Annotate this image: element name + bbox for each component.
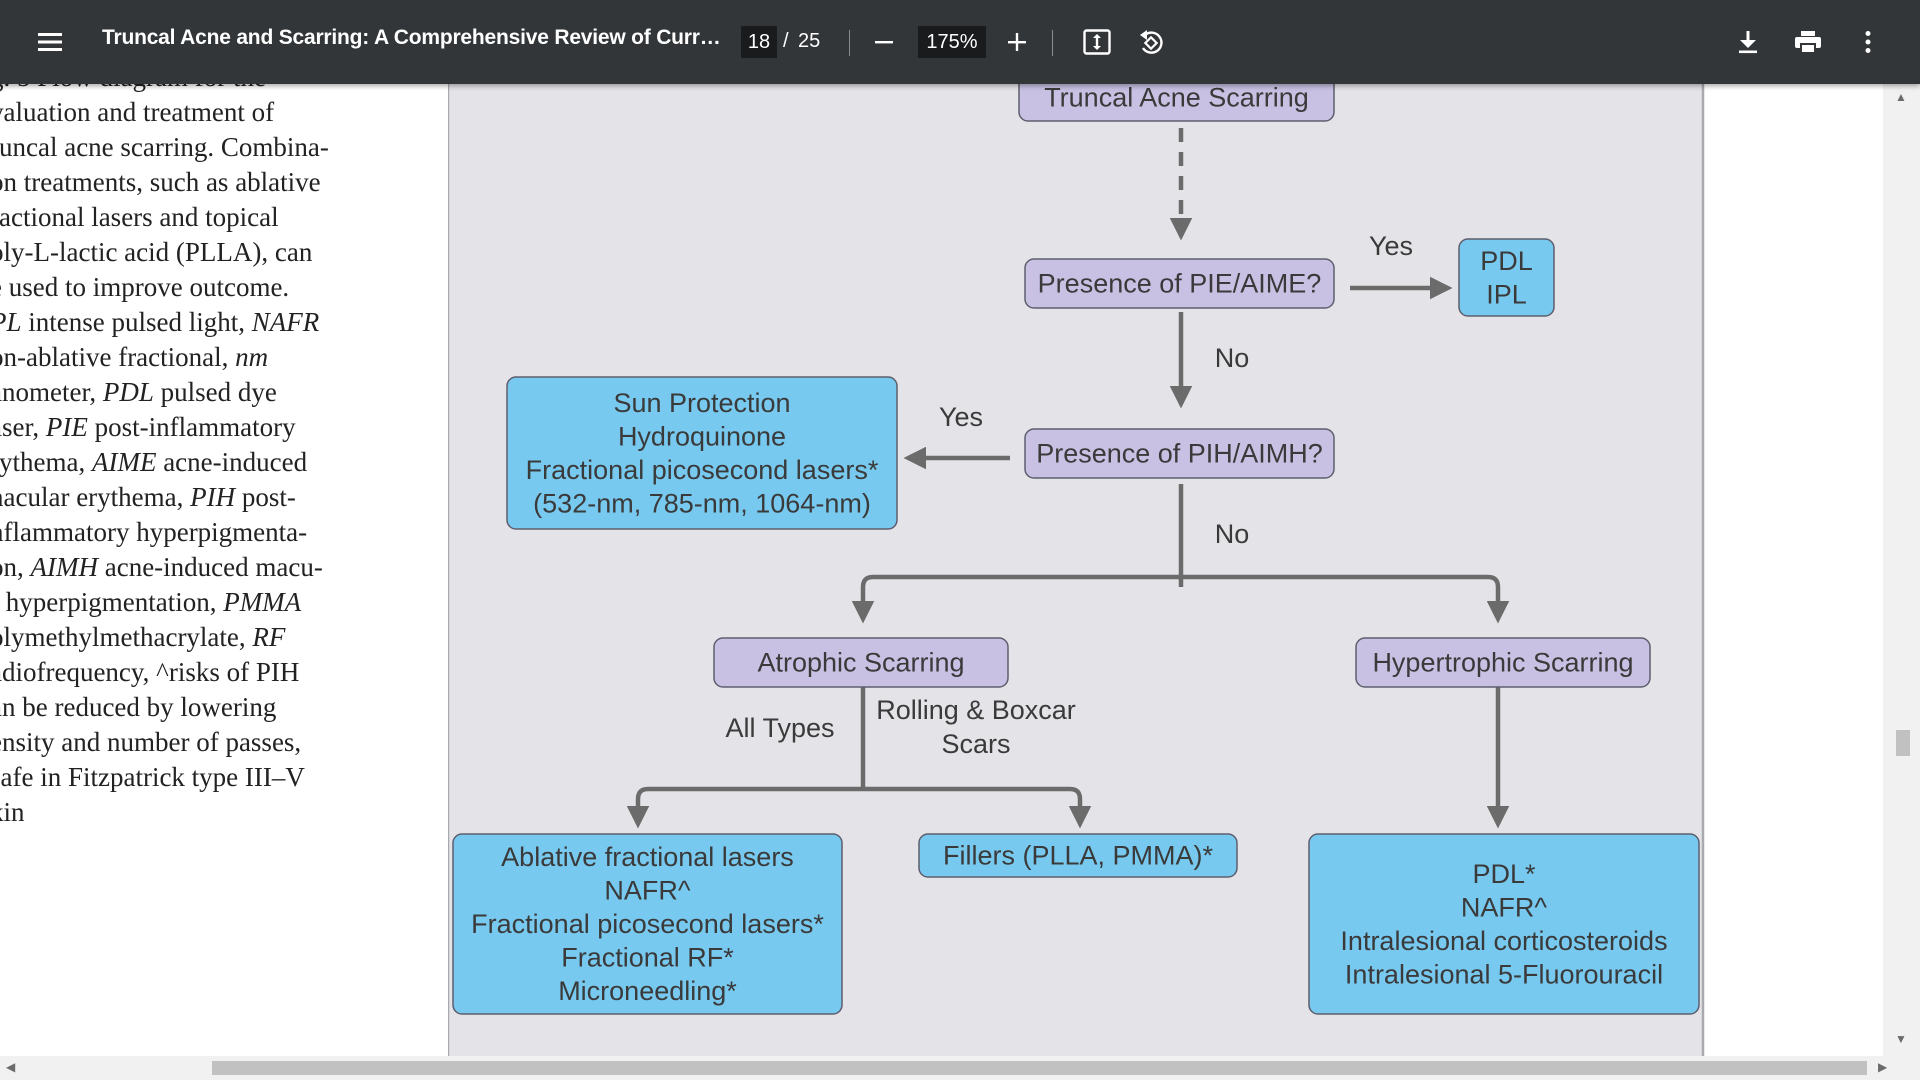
caption-line: on-ablative fractional, nm (0, 342, 269, 372)
scroll-down-icon[interactable]: ▼ (1895, 1032, 1907, 1046)
caption-line: an be reduced by lowering (0, 692, 277, 722)
node-truncal-acne-scarring-text: Truncal Acne Scarring (1044, 84, 1309, 113)
page-total: 25 (798, 30, 821, 52)
scroll-right-icon[interactable]: ▶ (1878, 1060, 1887, 1074)
node-pih-treatments-text: Hydroquinone (618, 421, 786, 451)
node-hypertrophic-treatments-text: Intralesional 5-Fluorouracil (1345, 959, 1663, 989)
caption-line: safe in Fitzpatrick type III–V (0, 762, 305, 792)
rotate-icon[interactable] (1131, 22, 1171, 62)
node-hypertrophic-treatments-text: Intralesional corticosteroids (1340, 926, 1667, 956)
node-pih-treatments-text: Sun Protection (613, 388, 790, 418)
edge-label-all-types: All Types (725, 713, 834, 743)
figure-caption: g. 5 Flow diagram for the valuation and t… (0, 84, 370, 830)
node-atrophic-all-types-treatments-text: Fractional RF* (561, 943, 734, 973)
edge-label-yes-pih: Yes (939, 402, 983, 432)
node-atrophic-scarring-text: Atrophic Scarring (757, 648, 964, 678)
caption-line: r hyperpigmentation, PMMA (0, 587, 302, 617)
caption-line: PL intense pulsed light, NAFR (0, 307, 320, 337)
fit-page-icon[interactable] (1077, 22, 1117, 62)
caption-line: on treatments, such as ablative (0, 167, 321, 197)
scroll-up-icon[interactable]: ▲ (1895, 90, 1907, 104)
node-atrophic-all-types-treatments-text: Ablative fractional lasers (501, 842, 794, 872)
more-icon[interactable] (1848, 22, 1888, 62)
node-hypertrophic-scarring-text: Hypertrophic Scarring (1372, 648, 1633, 678)
node-presence-pih-text: Presence of PIH/AIMH? (1036, 439, 1323, 469)
toolbar-divider (1052, 30, 1053, 56)
caption-line: nacular erythema, PIH post- (0, 482, 296, 512)
edge-label-rolling-boxcar: Scars (941, 729, 1010, 759)
caption-line: runcal acne scarring. Combina- (0, 132, 329, 162)
caption-line: ensity and number of passes, (0, 727, 302, 757)
caption-line: oly-L-lactic acid (PLLA), can (0, 237, 313, 267)
caption-line: valuation and treatment of (0, 97, 275, 127)
toolbar-divider (849, 30, 850, 56)
pdf-toolbar: Truncal Acne and Scarring: A Comprehensi… (0, 0, 1920, 84)
edge-label-no-pie: No (1215, 343, 1250, 373)
caption-line: aser, PIE post-inflammatory (0, 412, 296, 442)
edge-label-yes-pie: Yes (1369, 231, 1413, 261)
caption-line: rythema, AIME acne-induced (0, 447, 308, 477)
node-hypertrophic-treatments-text: PDL* (1472, 859, 1536, 889)
horizontal-scrollbar[interactable]: ◀ ▶ (0, 1056, 1920, 1080)
zoom-in-icon[interactable] (997, 22, 1037, 62)
caption-line: g. 5 Flow diagram for the (0, 84, 370, 95)
edge-label-no-pih: No (1215, 519, 1250, 549)
zoom-out-icon[interactable] (864, 22, 904, 62)
edge-label-rolling-boxcar: Rolling & Boxcar (876, 695, 1076, 725)
node-pih-treatments-text: Fractional picosecond lasers* (526, 455, 879, 485)
horizontal-scroll-thumb[interactable] (212, 1061, 1867, 1075)
page-separator: / (783, 30, 789, 52)
scroll-left-icon[interactable]: ◀ (6, 1060, 15, 1074)
node-atrophic-all-types-treatments-text: Microneedling* (558, 976, 737, 1006)
caption-line: anometer, PDL pulsed dye (0, 377, 277, 407)
caption-line: on, AIMH acne-induced macu- (0, 552, 323, 582)
node-fillers-text: Fillers (PLLA, PMMA)* (943, 841, 1214, 871)
download-icon[interactable] (1728, 22, 1768, 62)
node-hypertrophic-treatments-text: NAFR^ (1461, 892, 1547, 922)
zoom-level-input[interactable]: 175% (918, 26, 986, 58)
caption-line: kin (0, 797, 25, 827)
vertical-scrollbar[interactable]: ▲ ▼ (1883, 84, 1920, 1056)
page-number-input[interactable]: 18 (741, 26, 777, 58)
node-pdl-ipl-text: IPL (1486, 279, 1527, 309)
node-presence-pie-text: Presence of PIE/AIME? (1038, 269, 1322, 299)
menu-icon[interactable] (31, 22, 71, 62)
node-pih-treatments-text: (532-nm, 785-nm, 1064-nm) (533, 488, 871, 518)
caption-line: ractional lasers and topical (0, 202, 279, 232)
node-atrophic-all-types-treatments-text: Fractional picosecond lasers* (471, 909, 824, 939)
caption-line: e used to improve outcome. (0, 272, 290, 302)
caption-line: nflammatory hyperpigmenta- (0, 517, 308, 547)
node-pdl-ipl-text: PDL (1480, 246, 1533, 276)
caption-line: adiofrequency, ^risks of PIH (0, 657, 300, 687)
vertical-scroll-thumb[interactable] (1896, 730, 1910, 756)
print-icon[interactable] (1788, 22, 1828, 62)
pdf-page-viewport[interactable]: g. 5 Flow diagram for the valuation and t… (0, 84, 1883, 1056)
flow-diagram: Truncal Acne Scarring Presence of PIE/AIM… (448, 84, 1705, 1056)
node-atrophic-all-types-treatments-text: NAFR^ (604, 876, 690, 906)
caption-line: olymethylmethacrylate, RF (0, 622, 286, 652)
document-title: Truncal Acne and Scarring: A Comprehensi… (102, 26, 722, 49)
